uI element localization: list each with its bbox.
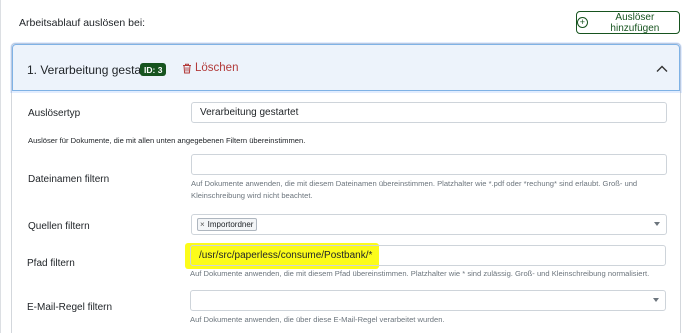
trigger-type-select[interactable]: Verarbeitung gestartet [191, 102, 667, 123]
plus-circle-icon: + [577, 17, 588, 28]
sources-filter-label: Quellen filtern [28, 221, 90, 232]
delete-label: Löschen [195, 62, 239, 74]
mailrule-filter-select[interactable] [190, 290, 666, 311]
workflow-triggers-panel: Arbeitsablauf auslösen bei: + Auslöser h… [0, 0, 690, 333]
filter-note: Auslöser für Dokumente, die mit allen un… [28, 136, 306, 145]
trigger-card-header[interactable]: 1. Verarbeitung gestartet ID: 3 Löschen [12, 44, 680, 91]
trigger-type-value: Verarbeitung gestartet [200, 107, 299, 118]
remove-tag-icon[interactable]: × [200, 220, 205, 229]
trash-icon [183, 63, 191, 73]
filename-filter-input[interactable] [191, 154, 667, 175]
source-tag: × Importordner [197, 218, 258, 231]
add-trigger-label: Auslöser hinzufügen [610, 11, 660, 34]
sources-filter-select[interactable]: × Importordner [191, 214, 667, 235]
filename-filter-help: Auf Dokumente anwenden, die mit diesem D… [191, 179, 638, 200]
trigger-type-label: Auslösertyp [28, 108, 81, 119]
dropdown-arrow-icon[interactable] [653, 298, 659, 302]
add-trigger-button[interactable]: + Auslöser hinzufügen [576, 11, 680, 34]
source-tag-label: Importordner [207, 220, 254, 229]
filename-filter-label: Dateinamen filtern [28, 174, 110, 185]
delete-trigger-button[interactable]: Löschen [182, 62, 238, 74]
trigger-title: 1. Verarbeitung gestartet [27, 63, 159, 77]
path-filter-label: Pfad filtern [27, 258, 75, 269]
mailrule-filter-help: Auf Dokumente anwenden, die über diese E… [190, 315, 445, 324]
path-filter-input[interactable]: /usr/src/paperless/consume/Postbank/* [190, 245, 666, 266]
path-filter-help: Auf Dokumente anwenden, die mit diesem P… [190, 269, 650, 278]
id-badge: ID: 3 [140, 63, 167, 76]
chevron-up-icon[interactable] [655, 63, 669, 75]
section-title: Arbeitsablauf auslösen bei: [19, 17, 146, 29]
path-filter-value: /usr/src/paperless/consume/Postbank/* [199, 250, 373, 261]
dropdown-arrow-icon[interactable] [654, 222, 660, 226]
mailrule-filter-label: E-Mail-Regel filtern [27, 302, 113, 313]
